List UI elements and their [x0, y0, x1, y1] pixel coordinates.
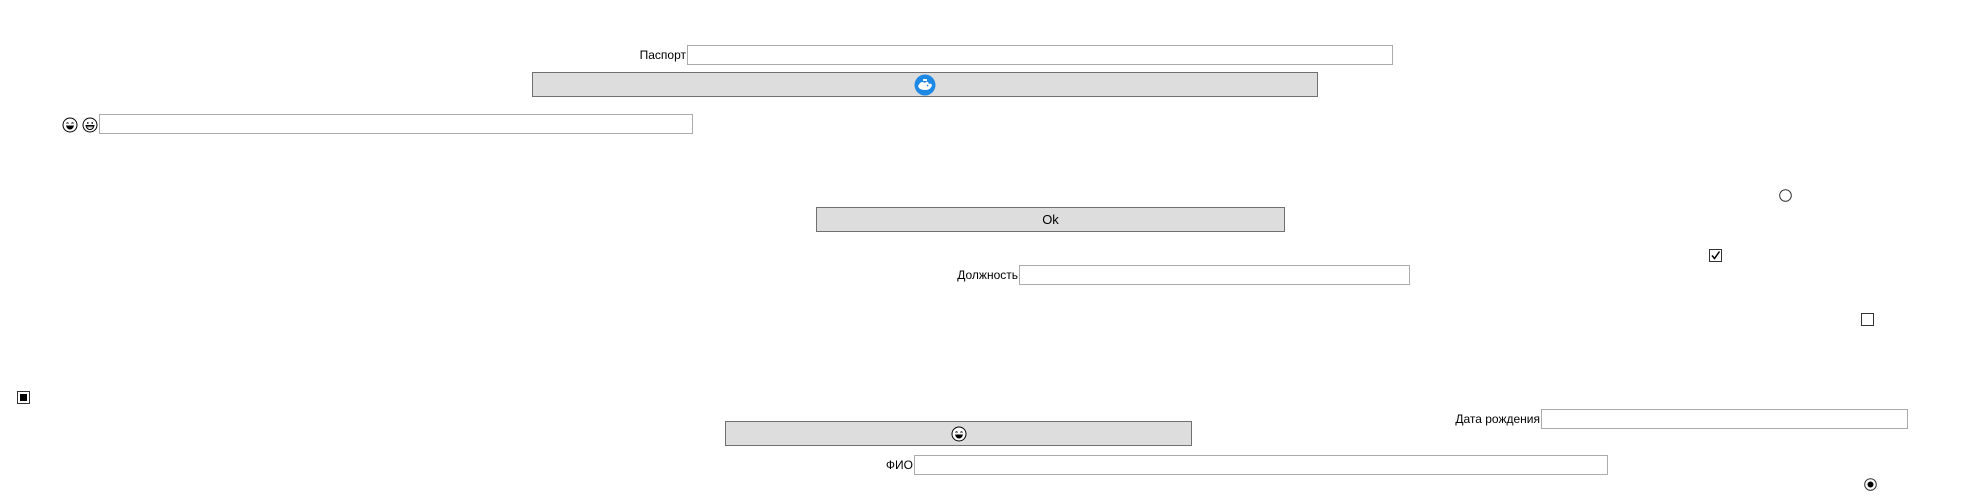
fio-label: ФИО [885, 458, 913, 472]
radio-button-selected[interactable] [1864, 478, 1877, 491]
checkbox-checked[interactable] [1709, 249, 1722, 262]
whale-logo-icon [914, 74, 936, 96]
emoji-button[interactable] [725, 421, 1192, 446]
passport-input[interactable] [687, 45, 1393, 65]
birthdate-input[interactable] [1541, 409, 1908, 429]
ok-button[interactable]: Ok [816, 207, 1285, 232]
radio-button-top[interactable] [1779, 189, 1792, 202]
birthdate-label: Дата рождения [1455, 412, 1540, 426]
fio-input[interactable] [914, 455, 1608, 475]
image-button[interactable] [532, 72, 1318, 97]
position-input[interactable] [1019, 265, 1410, 285]
laughing-face-icon [951, 426, 967, 442]
grinning-face-icon [82, 117, 98, 133]
checkbox-unchecked[interactable] [1861, 313, 1874, 326]
position-label: Должность [957, 268, 1018, 282]
checkbox-indeterminate[interactable] [17, 391, 30, 404]
laughing-face-icon [62, 117, 78, 133]
passport-label: Паспорт [639, 48, 686, 62]
smiley-row-input[interactable] [99, 114, 693, 134]
